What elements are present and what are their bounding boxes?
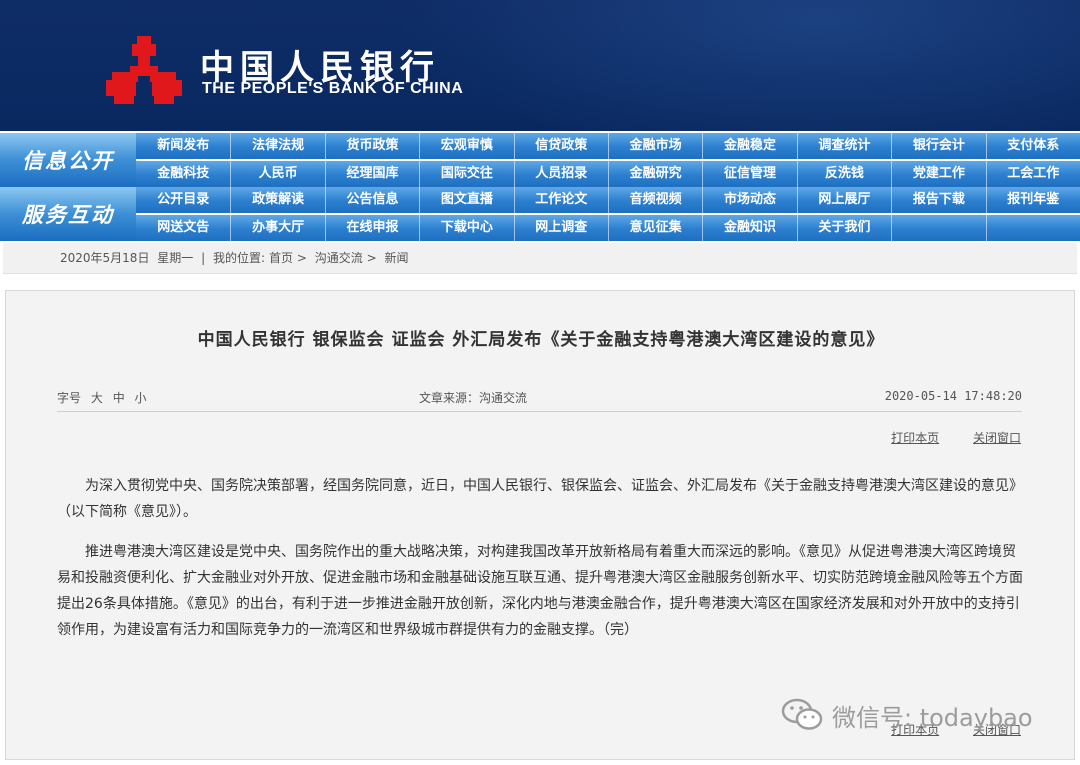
nav-item[interactable]: 网上调查 bbox=[513, 215, 608, 241]
nav-row: 公开目录 政策解读 公告信息 图文直播 工作论文 音频视频 市场动态 网上展厅 … bbox=[136, 187, 1080, 213]
nav-section-info: 信息公开 新闻发布 法律法规 货币政策 宏观审慎 信贷政策 金融市场 金融稳定 … bbox=[0, 133, 1080, 187]
nav-section-service: 服务互动 公开目录 政策解读 公告信息 图文直播 工作论文 音频视频 市场动态 … bbox=[0, 187, 1080, 241]
breadcrumb-home-link[interactable]: 首页 bbox=[269, 251, 293, 265]
close-window-link[interactable]: 关闭窗口 bbox=[973, 431, 1021, 445]
nav-item[interactable]: 银行会计 bbox=[891, 133, 985, 159]
site-banner: 中国人民银行 THE PEOPLE'S BANK OF CHINA bbox=[0, 0, 1080, 131]
nav-item[interactable]: 金融研究 bbox=[607, 161, 702, 187]
article-source: 文章来源：沟通交流 bbox=[419, 391, 528, 405]
article-body: 为深入贯彻党中央、国务院决策部署，经国务院同意，近日，中国人民银行、银保监会、证… bbox=[57, 473, 1024, 657]
nav-item[interactable]: 征信管理 bbox=[702, 161, 796, 187]
font-size-medium-button[interactable]: 中 bbox=[113, 391, 125, 405]
nav-item[interactable]: 意见征集 bbox=[607, 215, 702, 241]
wechat-icon bbox=[781, 698, 823, 730]
nav-item[interactable]: 市场动态 bbox=[702, 187, 796, 213]
nav-item[interactable]: 音频视频 bbox=[607, 187, 702, 213]
nav-item[interactable]: 宏观审慎 bbox=[419, 133, 513, 159]
nav-item[interactable]: 新闻发布 bbox=[136, 133, 230, 159]
nav-item[interactable]: 图文直播 bbox=[419, 187, 513, 213]
nav-section-service-label: 服务互动 bbox=[0, 187, 136, 241]
article-paragraph: 推进粤港澳大湾区建设是党中央、国务院作出的重大战略决策，对构建我国改革开放新格局… bbox=[57, 544, 1023, 638]
article-panel: 中国人民银行 银保监会 证监会 外汇局发布《关于金融支持粤港澳大湾区建设的意见》… bbox=[5, 290, 1075, 760]
location-label: 我的位置: bbox=[213, 251, 266, 265]
nav-item[interactable]: 支付体系 bbox=[985, 133, 1080, 159]
current-date: 2020年5月18日 bbox=[60, 251, 150, 265]
nav-item[interactable]: 信贷政策 bbox=[513, 133, 608, 159]
article-datetime: 2020-05-14 17:48:20 bbox=[884, 389, 1022, 403]
pboc-logo-icon[interactable] bbox=[104, 34, 184, 106]
nav-item[interactable]: 调查统计 bbox=[796, 133, 891, 159]
nav-item[interactable]: 政策解读 bbox=[230, 187, 324, 213]
nav-item[interactable]: 金融市场 bbox=[607, 133, 702, 159]
nav-item[interactable]: 人民币 bbox=[230, 161, 324, 187]
nav-item[interactable]: 国际交往 bbox=[419, 161, 513, 187]
nav-item[interactable]: 金融稳定 bbox=[702, 133, 796, 159]
print-page-link[interactable]: 打印本页 bbox=[891, 431, 939, 445]
nav-item[interactable]: 经理国库 bbox=[324, 161, 419, 187]
nav-item[interactable]: 报刊年鉴 bbox=[985, 187, 1080, 213]
breadcrumb: 2020年5月18日 星期一 | 我的位置: 首页 > 沟通交流 > 新闻 bbox=[60, 243, 409, 273]
font-size-small-button[interactable]: 小 bbox=[135, 391, 147, 405]
article-paragraph: 为深入贯彻党中央、国务院决策部署，经国务院同意，近日，中国人民银行、银保监会、证… bbox=[57, 478, 1023, 520]
nav-item[interactable]: 公告信息 bbox=[324, 187, 419, 213]
nav-item[interactable]: 办事大厅 bbox=[230, 215, 324, 241]
nav-item[interactable]: 公开目录 bbox=[136, 187, 230, 213]
nav-item-empty bbox=[891, 215, 985, 241]
nav-row: 金融科技 人民币 经理国库 国际交往 人员招录 金融研究 征信管理 反洗钱 党建… bbox=[136, 161, 1080, 187]
nav-row: 新闻发布 法律法规 货币政策 宏观审慎 信贷政策 金融市场 金融稳定 调查统计 … bbox=[136, 133, 1080, 159]
nav-item[interactable]: 关于我们 bbox=[796, 215, 891, 241]
breadcrumb-link[interactable]: 沟通交流 bbox=[315, 251, 363, 265]
nav-item[interactable]: 党建工作 bbox=[891, 161, 985, 187]
article-meta: 字号 大 中 小 文章来源：沟通交流 2020-05-14 17:48:20 bbox=[57, 381, 1022, 412]
nav-item[interactable]: 金融知识 bbox=[702, 215, 796, 241]
main-nav: 信息公开 新闻发布 法律法规 货币政策 宏观审慎 信贷政策 金融市场 金融稳定 … bbox=[0, 131, 1080, 243]
nav-item[interactable]: 网上展厅 bbox=[796, 187, 891, 213]
nav-item[interactable]: 法律法规 bbox=[230, 133, 324, 159]
nav-item[interactable]: 货币政策 bbox=[324, 133, 419, 159]
nav-item[interactable]: 在线申报 bbox=[324, 215, 419, 241]
font-size-label: 字号 bbox=[57, 391, 82, 405]
nav-item[interactable]: 工会工作 bbox=[985, 161, 1080, 187]
font-size-large-button[interactable]: 大 bbox=[91, 391, 103, 405]
breadcrumb-arrow: > bbox=[366, 251, 377, 265]
nav-item[interactable]: 报告下载 bbox=[891, 187, 985, 213]
nav-item[interactable]: 下载中心 bbox=[419, 215, 513, 241]
breadcrumb-bar: 2020年5月18日 星期一 | 我的位置: 首页 > 沟通交流 > 新闻 bbox=[3, 243, 1077, 274]
watermark: 微信号: todaybao bbox=[780, 695, 1033, 735]
nav-item[interactable]: 金融科技 bbox=[136, 161, 230, 187]
breadcrumb-link[interactable]: 新闻 bbox=[385, 251, 409, 265]
nav-item[interactable]: 人员招录 bbox=[513, 161, 608, 187]
nav-item-empty bbox=[985, 215, 1080, 241]
article-title: 中国人民银行 银保监会 证监会 外汇局发布《关于金融支持粤港澳大湾区建设的意见》 bbox=[197, 330, 885, 350]
article-tools-top: 打印本页 关闭窗口 bbox=[861, 429, 1021, 446]
nav-section-info-label: 信息公开 bbox=[0, 133, 136, 187]
watermark-text: 微信号: todaybao bbox=[832, 703, 1033, 732]
bank-name-en: THE PEOPLE'S BANK OF CHINA bbox=[202, 80, 464, 97]
font-size-controls: 字号 大 中 小 bbox=[57, 389, 153, 406]
nav-item[interactable]: 工作论文 bbox=[513, 187, 608, 213]
nav-item[interactable]: 网送文告 bbox=[136, 215, 230, 241]
breadcrumb-separator: | bbox=[201, 251, 206, 265]
nav-row: 网送文告 办事大厅 在线申报 下载中心 网上调查 意见征集 金融知识 关于我们 bbox=[136, 215, 1080, 241]
current-weekday: 星期一 bbox=[157, 251, 194, 265]
breadcrumb-arrow: > bbox=[296, 251, 307, 265]
nav-item[interactable]: 反洗钱 bbox=[796, 161, 891, 187]
